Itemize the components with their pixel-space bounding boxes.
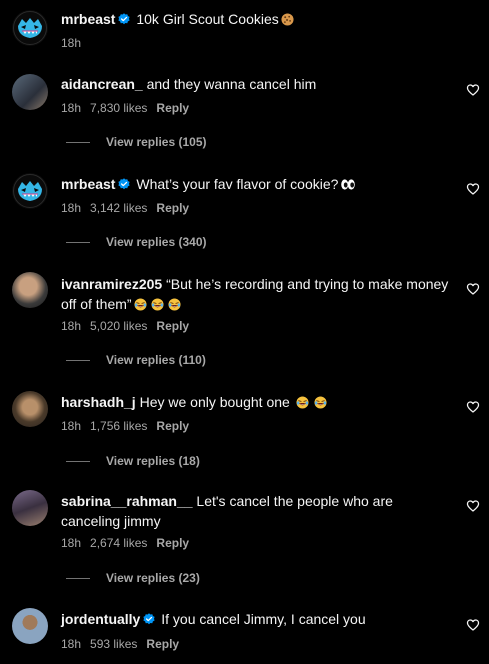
reply-button[interactable]: Reply xyxy=(156,319,189,333)
verified-badge-icon xyxy=(143,613,155,625)
divider-line xyxy=(66,142,90,144)
timestamp: 18h xyxy=(61,637,82,651)
username[interactable]: jordentually xyxy=(61,611,140,627)
avatar[interactable] xyxy=(12,490,48,526)
like-count[interactable]: 1,756 likes xyxy=(90,419,147,433)
view-replies-label: View replies (110) xyxy=(106,353,206,367)
reply-button[interactable]: Reply xyxy=(156,536,189,550)
view-replies-label: View replies (105) xyxy=(106,135,207,149)
timestamp: 18h xyxy=(61,419,82,433)
comment-meta: 18h 593 likes Reply xyxy=(61,636,188,652)
comment-body: and they wanna cancel him xyxy=(146,76,317,92)
reply-button[interactable]: Reply xyxy=(156,101,189,115)
mrbeast-logo-icon xyxy=(12,173,48,209)
like-count[interactable]: 2,674 likes xyxy=(90,536,147,550)
verified-badge-icon xyxy=(118,178,130,190)
like-count[interactable]: 7,830 likes xyxy=(90,101,147,115)
avatar[interactable] xyxy=(12,173,48,209)
laughing-emoji-icon xyxy=(168,298,181,311)
username[interactable]: mrbeast xyxy=(61,11,115,27)
comment-meta: 18h 5,020 likes Reply xyxy=(61,318,198,334)
heart-icon[interactable] xyxy=(466,282,480,296)
comment-text: aidancrean_ and they wanna cancel him xyxy=(61,74,451,94)
like-count[interactable]: 5,020 likes xyxy=(90,319,147,333)
avatar[interactable] xyxy=(12,391,48,427)
view-replies-button[interactable]: View replies (23) xyxy=(66,570,200,586)
view-replies-button[interactable]: View replies (18) xyxy=(66,453,200,469)
timestamp: 18h xyxy=(61,536,82,550)
comment-text: harshadh_j Hey we only bought one xyxy=(61,392,451,412)
comment-text: mrbeast What’s your fav flavor of cookie… xyxy=(61,174,451,194)
username[interactable]: ivanramirez205 xyxy=(61,276,162,292)
avatar[interactable] xyxy=(12,608,48,644)
comment-text: ivanramirez205 “But he’s recording and t… xyxy=(61,274,451,314)
view-replies-button[interactable]: View replies (340) xyxy=(66,234,207,250)
laughing-emoji-icon xyxy=(296,396,309,409)
heart-icon[interactable] xyxy=(466,400,480,414)
timestamp: 18h xyxy=(61,319,82,333)
comment-text: jordentually If you cancel Jimmy, I canc… xyxy=(61,609,451,629)
like-count[interactable]: 3,142 likes xyxy=(90,201,147,215)
like-count[interactable]: 593 likes xyxy=(90,637,137,651)
timestamp: 18h xyxy=(61,101,82,115)
laughing-emoji-icon xyxy=(314,396,327,409)
view-replies-label: View replies (340) xyxy=(106,235,207,249)
caption-body: 10k Girl Scout Cookies xyxy=(136,11,279,27)
comment-body: If you cancel Jimmy, I cancel you xyxy=(161,611,366,627)
cookie-emoji-icon xyxy=(281,13,294,26)
eyes-emoji-icon xyxy=(340,178,356,191)
comment-meta: 18h 2,674 likes Reply xyxy=(61,535,198,551)
verified-badge-icon xyxy=(118,13,130,25)
username[interactable]: mrbeast xyxy=(61,176,115,192)
view-replies-button[interactable]: View replies (110) xyxy=(66,352,206,368)
divider-line xyxy=(66,242,90,244)
caption-meta: 18h xyxy=(61,35,90,51)
comment-body: Hey we only bought one xyxy=(139,394,290,410)
heart-icon[interactable] xyxy=(466,618,480,632)
username[interactable]: sabrina__rahman__ xyxy=(61,493,193,509)
view-replies-button[interactable]: View replies (105) xyxy=(66,134,207,150)
comment-meta: 18h 3,142 likes Reply xyxy=(61,200,198,216)
caption-text: mrbeast 10k Girl Scout Cookies xyxy=(61,9,451,29)
comment-meta: 18h 7,830 likes Reply xyxy=(61,100,198,116)
divider-line xyxy=(66,360,90,362)
view-replies-label: View replies (18) xyxy=(106,454,200,468)
heart-icon[interactable] xyxy=(466,182,480,196)
comment-body: What’s your fav flavor of cookie? xyxy=(136,176,339,192)
username[interactable]: harshadh_j xyxy=(61,394,136,410)
divider-line xyxy=(66,461,90,463)
laughing-emoji-icon xyxy=(151,298,164,311)
avatar[interactable] xyxy=(12,272,48,308)
username[interactable]: aidancrean_ xyxy=(61,76,143,92)
reply-button[interactable]: Reply xyxy=(156,419,189,433)
comment-meta: 18h 1,756 likes Reply xyxy=(61,418,198,434)
reply-button[interactable]: Reply xyxy=(146,637,179,651)
avatar[interactable] xyxy=(12,74,48,110)
timestamp: 18h xyxy=(61,36,82,50)
heart-icon[interactable] xyxy=(466,83,480,97)
avatar[interactable] xyxy=(12,10,48,46)
timestamp: 18h xyxy=(61,201,82,215)
view-replies-label: View replies (23) xyxy=(106,571,200,585)
divider-line xyxy=(66,578,90,580)
reply-button[interactable]: Reply xyxy=(156,201,189,215)
heart-icon[interactable] xyxy=(466,499,480,513)
laughing-emoji-icon xyxy=(134,298,147,311)
mrbeast-logo-icon xyxy=(12,10,48,46)
comment-text: sabrina__rahman__ Let's cancel the peopl… xyxy=(61,491,451,531)
